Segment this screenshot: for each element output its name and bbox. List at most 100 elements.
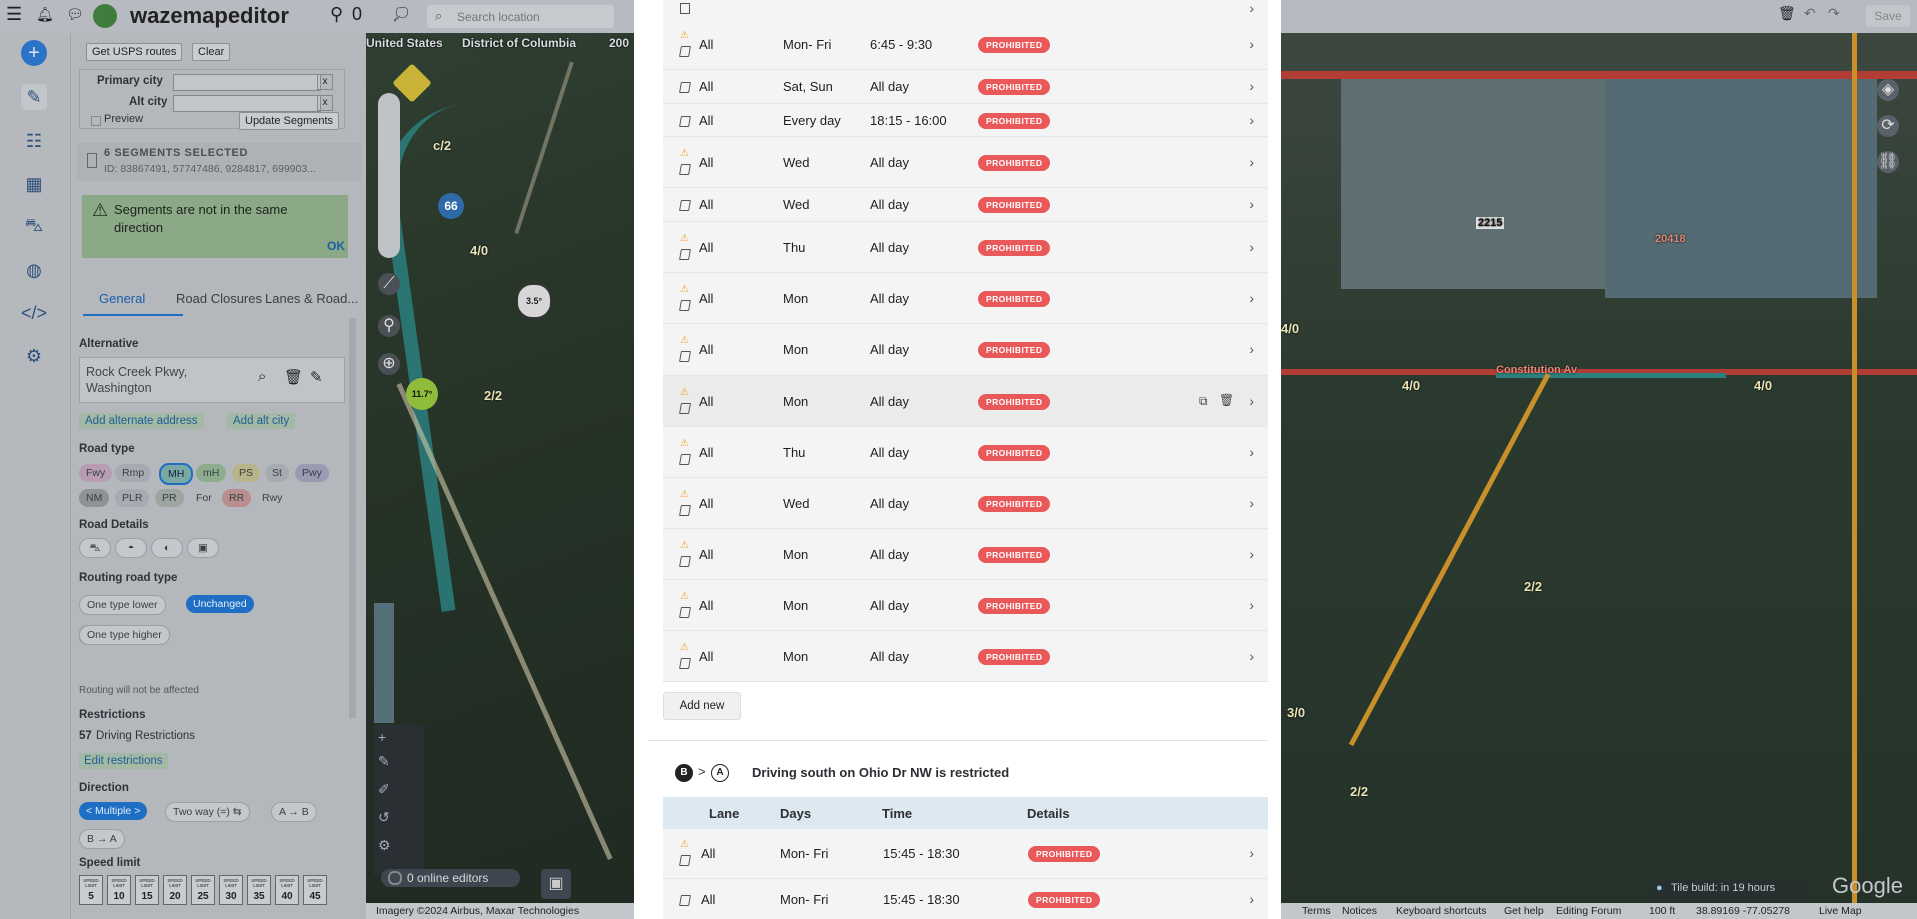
restriction-row[interactable]: All Sat, Sun All day PROHIBITED ›: [663, 70, 1268, 104]
list-icon[interactable]: ☷: [21, 128, 47, 154]
copy-icon[interactable]: ⧉: [1199, 394, 1208, 409]
incline-sign-117[interactable]: 11.7°: [406, 378, 438, 410]
terms-link[interactable]: Terms: [1302, 905, 1331, 917]
calendar-icon[interactable]: ▦: [21, 171, 47, 197]
live-map-link[interactable]: Live Map: [1819, 905, 1862, 917]
speed-limit-sign[interactable]: SPEED LIMIT 45: [303, 875, 327, 905]
alt-street-card[interactable]: Rock Creek Pkwy, Washington ⌕ 🗑︎ ✎: [79, 357, 345, 403]
breadcrumb-country[interactable]: United States: [366, 36, 443, 50]
edit-map-icon[interactable]: ✎: [21, 84, 47, 110]
drawing-toolbar[interactable]: + ✎ ✐ ↺ ⚙ 89: [374, 725, 424, 885]
road-type-ps[interactable]: PS: [232, 464, 261, 482]
road-type-plr[interactable]: PLR: [115, 489, 150, 507]
shortcuts-link[interactable]: Keyboard shortcuts: [1396, 905, 1486, 917]
road-type-rmp[interactable]: Rmp: [115, 464, 152, 482]
pin-icon[interactable]: ⚲: [378, 315, 400, 337]
chevron-right-icon[interactable]: ›: [1249, 78, 1254, 94]
headlights-icon[interactable]: ◐: [151, 538, 183, 558]
avatar[interactable]: [93, 4, 117, 28]
ruler-icon[interactable]: ⟋: [378, 273, 400, 295]
chevron-right-icon[interactable]: ›: [1249, 154, 1254, 170]
road-type-fwy[interactable]: Fwy: [79, 464, 113, 482]
link-icon[interactable]: ⛓: [1877, 151, 1899, 173]
chevron-right-icon[interactable]: ›: [1249, 196, 1254, 212]
layers-icon[interactable]: ◈: [1877, 79, 1899, 101]
panel-scrollbar[interactable]: [349, 318, 356, 718]
add-new-button[interactable]: Add new: [663, 692, 741, 720]
draw-settings-icon[interactable]: ⚙: [378, 837, 391, 854]
road-type-rwy[interactable]: Rwy: [255, 489, 289, 507]
road-type-mh[interactable]: MH: [159, 463, 194, 485]
restriction-row[interactable]: ⚠ All Mon All day PROHIBITED ›: [663, 273, 1268, 324]
chevron-right-icon[interactable]: ›: [1249, 239, 1254, 255]
refresh-icon[interactable]: ⟳: [1877, 115, 1899, 137]
gear-icon[interactable]: ⚙: [21, 343, 47, 369]
road-type-pwy[interactable]: Pwy: [295, 464, 329, 482]
toll-icon[interactable]: ⛍: [79, 538, 111, 558]
restriction-row[interactable]: ⚠ All Thu All day PROHIBITED ›: [663, 222, 1268, 273]
restriction-row[interactable]: All Mon- Fri 15:45 - 18:30 PROHIBITED ›: [663, 879, 1268, 919]
redo-icon[interactable]: ↷: [1828, 5, 1840, 22]
chevron-right-icon[interactable]: ›: [1249, 444, 1254, 460]
draw-edit-icon[interactable]: ✎: [378, 753, 390, 770]
preview-checkbox[interactable]: [91, 116, 101, 126]
add-alt-address-button[interactable]: Add alternate address: [79, 413, 204, 429]
crosshair-icon[interactable]: ⊕: [378, 353, 400, 375]
save-button[interactable]: Save: [1866, 5, 1910, 27]
speed-limit-sign[interactable]: SPEED LIMIT 25: [191, 875, 215, 905]
restriction-row[interactable]: ⚠ All Mon All day PROHIBITED ›: [663, 580, 1268, 631]
tunnel-icon[interactable]: ◓: [115, 538, 147, 558]
alt-city-input[interactable]: [173, 95, 321, 112]
routing-unchanged-button[interactable]: Unchanged: [186, 595, 254, 613]
road-type-nm[interactable]: NM: [79, 489, 110, 507]
direction-ab-button[interactable]: A → B: [271, 802, 317, 822]
search-box[interactable]: ⌕: [427, 5, 614, 28]
restriction-row[interactable]: All Every day 18:15 - 16:00 PROHIBITED ›: [663, 104, 1268, 137]
add-alt-city-button[interactable]: Add alt city: [227, 413, 296, 429]
usps-routes-button[interactable]: Get USPS routes: [86, 43, 183, 61]
restriction-row[interactable]: All Wed All day PROHIBITED ›: [663, 188, 1268, 222]
draw-redo-icon[interactable]: ↺: [378, 809, 390, 826]
chevron-right-icon[interactable]: ›: [1249, 0, 1254, 16]
bell-icon[interactable]: 🔔︎: [36, 6, 54, 23]
direction-two-way-button[interactable]: Two way (=) ⇆: [165, 802, 250, 822]
routing-lower-button[interactable]: One type lower: [79, 595, 166, 615]
add-icon[interactable]: +: [21, 40, 47, 66]
tab-general[interactable]: General: [99, 291, 145, 306]
forum-link[interactable]: Editing Forum: [1556, 905, 1621, 917]
speed-limit-sign[interactable]: SPEED LIMIT 40: [275, 875, 299, 905]
speed-limit-sign[interactable]: SPEED LIMIT 20: [163, 875, 187, 905]
primary-city-input[interactable]: [173, 74, 321, 91]
speech-icon[interactable]: 💭︎: [392, 6, 410, 23]
speed-limit-sign[interactable]: SPEED LIMIT 30: [219, 875, 243, 905]
incline-sign-35[interactable]: 3.5°: [516, 283, 552, 319]
zoom-slider[interactable]: [378, 93, 400, 258]
undo-icon[interactable]: ↶: [1804, 5, 1816, 22]
speed-limit-sign[interactable]: SPEED LIMIT 5: [79, 875, 103, 905]
delete-icon[interactable]: 🗑︎: [1219, 393, 1234, 407]
trash-icon[interactable]: 🗑︎: [1778, 5, 1796, 22]
code-icon[interactable]: </>: [21, 300, 47, 326]
road-type-pr[interactable]: PR: [155, 489, 184, 507]
road-type-rr[interactable]: RR: [222, 489, 252, 507]
draw-plus-icon[interactable]: +: [378, 729, 386, 745]
chevron-right-icon[interactable]: ›: [1249, 597, 1254, 613]
search-input[interactable]: [455, 8, 609, 26]
chevron-right-icon[interactable]: ›: [1249, 891, 1254, 907]
road-type-mh-minor[interactable]: mH: [196, 464, 227, 482]
chevron-right-icon[interactable]: ›: [1249, 648, 1254, 664]
imagery-icon[interactable]: ▣: [541, 869, 571, 899]
restriction-row[interactable]: ⚠ All Wed All day PROHIBITED ›: [663, 137, 1268, 188]
chevron-right-icon[interactable]: ›: [1249, 845, 1254, 861]
tab-road-closures[interactable]: Road Closures: [176, 291, 262, 306]
restriction-row[interactable]: ⚠ All Mon All day PROHIBITED ›: [663, 324, 1268, 376]
pencil-icon[interactable]: ✎: [310, 368, 323, 386]
routing-higher-button-face[interactable]: One type higher: [79, 625, 170, 645]
edit-restrictions-button[interactable]: Edit restrictions: [79, 753, 168, 769]
alert-ok-button[interactable]: OK: [327, 239, 345, 253]
menu-icon[interactable]: ☰: [6, 4, 22, 25]
bus-icon[interactable]: ▣: [187, 538, 219, 558]
primary-city-clear-button[interactable]: x: [317, 74, 333, 90]
restriction-row[interactable]: ⚠ All Mon- Fri 15:45 - 18:30 PROHIBITED ›: [663, 829, 1268, 879]
notices-link[interactable]: Notices: [1342, 905, 1377, 917]
